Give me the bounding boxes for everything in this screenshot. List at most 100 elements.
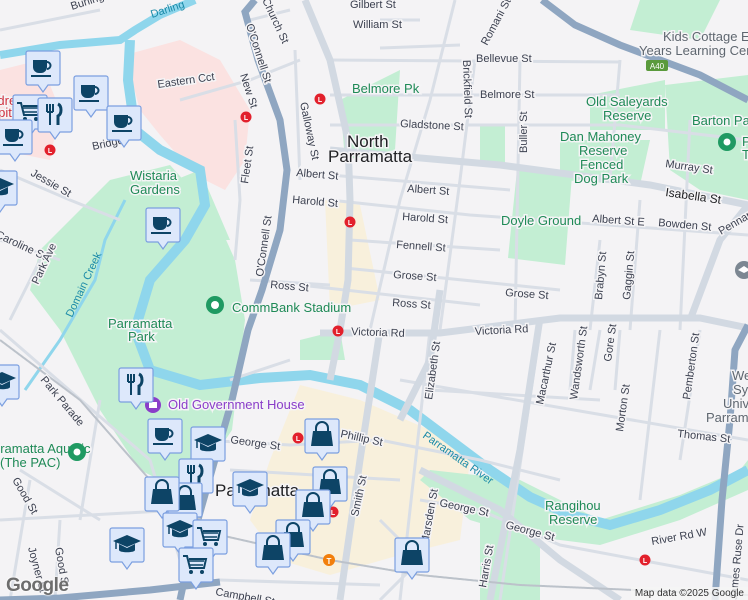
park-label: Dog Park (574, 171, 629, 186)
bag-icon (394, 537, 430, 581)
poi-marker-coffee[interactable] (0, 119, 33, 163)
street-label: Gaggin St (621, 250, 637, 300)
grad-icon (0, 170, 18, 214)
map-base: A40 Burling Gilbert St William St Church… (0, 0, 748, 600)
poi-marker-bag[interactable] (394, 537, 430, 581)
barton-park-pin-icon[interactable] (718, 133, 736, 151)
svg-text:L: L (336, 329, 341, 336)
street-label: River Rd W (650, 526, 708, 548)
bag-icon (255, 532, 291, 576)
street-label: Victoria Rd (351, 326, 405, 340)
street-label: Albert St (407, 183, 450, 198)
park-label: Dan Mahoney (560, 129, 641, 144)
light-rail-stop-icon[interactable]: L (639, 554, 651, 566)
poi-label[interactable]: University (722, 395, 748, 413)
svg-text:L: L (296, 436, 301, 443)
poi-label[interactable]: Kids Cottage Early (662, 28, 748, 46)
poi-marker-coffee[interactable] (106, 105, 142, 149)
poi-marker-cart[interactable] (178, 547, 214, 591)
street-label: George St (230, 434, 281, 453)
svg-text:L: L (318, 97, 323, 104)
poi-marker-bag[interactable] (255, 532, 291, 576)
poi-marker-grad[interactable] (109, 527, 145, 571)
a40-shield-label: A40 (650, 62, 665, 71)
street-label: Church St (259, 0, 291, 46)
svg-text:L: L (643, 558, 648, 565)
map-attribution[interactable]: Map data ©2025 Google (630, 587, 748, 600)
park-label: Fenced (580, 157, 623, 172)
street-label: Albert St E (592, 213, 645, 229)
light-rail-stop-icon[interactable]: L (292, 432, 304, 444)
street-label: Galloway St (297, 101, 321, 161)
cart-icon (178, 547, 214, 591)
stadium-pin-icon[interactable] (206, 296, 224, 314)
light-rail-stop-icon[interactable]: L (332, 325, 344, 337)
park-label: T (742, 147, 748, 162)
street-label: Grose St (393, 269, 437, 284)
school-pin-icon[interactable] (735, 261, 748, 279)
park-label: Park (128, 329, 155, 344)
coffee-icon (25, 50, 61, 94)
bag-icon (304, 418, 340, 462)
svg-text:L: L (331, 510, 336, 517)
church-st-road (301, 0, 354, 381)
street-label: Fennell St (396, 239, 446, 254)
poi-label[interactable]: CommBank Stadium (231, 299, 353, 317)
light-rail-stop-icon[interactable]: L (240, 111, 252, 123)
street-label: Brabyn St (593, 251, 609, 300)
light-rail-stop-icon[interactable]: L (344, 216, 356, 228)
street-label: Harold St (402, 211, 449, 226)
street-label: Bowden St (658, 217, 712, 234)
poi-label[interactable]: Western (731, 367, 748, 385)
street-label: Grose St (505, 287, 549, 302)
street-label: Harold St (292, 194, 339, 210)
park-label: Belmore Pk (352, 81, 420, 96)
poi-marker-coffee[interactable] (25, 50, 61, 94)
park-label: Old Saleyards (586, 94, 668, 109)
poi-label[interactable]: Old Government House (167, 396, 307, 414)
park-label: Reserve (603, 108, 651, 123)
suburb-label: Parramatta (328, 147, 413, 166)
park-label: Gardens (130, 182, 180, 197)
street-label: William St (353, 19, 402, 31)
svg-text:L: L (348, 220, 353, 227)
poi-label[interactable]: Sydney (732, 381, 748, 399)
train-station-icon[interactable]: T (323, 554, 335, 566)
light-rail-stop-icon[interactable]: L (44, 144, 56, 156)
street-label: Thomas St (677, 428, 731, 445)
poi-marker-grad[interactable] (232, 471, 268, 515)
park-label: Wistaria (130, 168, 178, 183)
pac-pin-icon[interactable] (68, 443, 86, 461)
google-logo: Google (6, 575, 69, 596)
poi-label[interactable]: Parramatta (705, 409, 748, 427)
coffee-icon (0, 119, 33, 163)
cutlery-icon (37, 97, 73, 141)
poi-marker-grad[interactable] (0, 364, 20, 408)
street-label: Campbell St (214, 586, 275, 600)
svg-text:L: L (244, 115, 249, 122)
street-label: Gilbert St (350, 0, 396, 11)
street-label: Gladstone St (400, 118, 464, 133)
grad-icon (0, 364, 20, 408)
poi-label[interactable]: Years Learning Centre (638, 42, 748, 60)
coffee-icon (145, 207, 181, 251)
grad-icon (109, 527, 145, 571)
street-label: Ross St (392, 297, 431, 312)
poi-marker-cutlery[interactable] (118, 367, 154, 411)
street-label: Belmore St (480, 89, 534, 101)
street-label: Morton St (614, 384, 633, 433)
street-label: Romani St (479, 0, 514, 47)
poi-marker-grad[interactable] (0, 170, 18, 214)
light-rail-stop-icon[interactable]: L (314, 93, 326, 105)
poi-marker-coffee[interactable] (73, 75, 109, 119)
street-label: Buller St (518, 111, 530, 153)
poi-marker-coffee[interactable] (145, 207, 181, 251)
map-canvas[interactable]: A40 Burling Gilbert St William St Church… (0, 0, 748, 600)
park-label: Rangihou (545, 498, 601, 513)
poi-marker-bag[interactable] (304, 418, 340, 462)
park-label: Doyle Ground (501, 213, 581, 228)
street-label: Victoria Rd (475, 323, 529, 338)
poi-marker-cutlery[interactable] (37, 97, 73, 141)
poi-label[interactable]: (The PAC) (0, 454, 62, 472)
poi-marker-coffee[interactable] (147, 418, 183, 462)
